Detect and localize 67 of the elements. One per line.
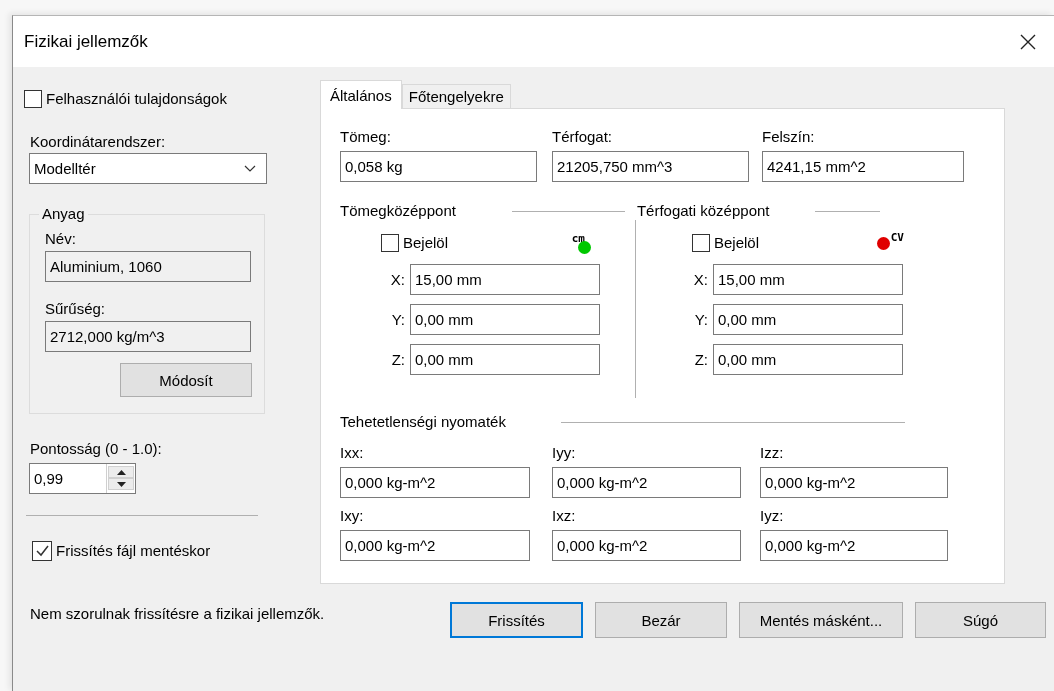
field-label: X:	[692, 270, 708, 289]
chevron-down-icon	[244, 165, 256, 172]
checkbox[interactable]	[32, 541, 52, 561]
field-label: Felszín:	[762, 128, 816, 146]
field-label: Tömeg:	[340, 128, 392, 146]
field-label: Ixx:	[340, 444, 365, 462]
field-label: Y:	[693, 310, 708, 329]
field-label: Sűrűség:	[45, 300, 107, 318]
input-field[interactable]: 2712,000 kg/m^3	[45, 321, 251, 352]
input-field[interactable]: Aluminium, 1060	[45, 251, 251, 282]
group-title: Anyag	[41, 204, 86, 224]
input-field[interactable]: 0,000 kg-m^2	[552, 530, 741, 561]
input-field[interactable]: 0,000 kg-m^2	[760, 467, 948, 498]
field-label: X:	[389, 270, 405, 289]
dialog-button[interactable]: Mentés másként...	[739, 602, 903, 638]
field-label: Iyz:	[760, 507, 785, 525]
input-field[interactable]: 0,058 kg	[340, 151, 537, 182]
field-label: Y:	[390, 310, 405, 329]
field-label: Koordinátarendszer:	[30, 133, 166, 151]
input-field[interactable]: 15,00 mm	[410, 264, 600, 295]
modify-button[interactable]: Módosít	[120, 363, 252, 397]
tab[interactable]: Általános	[320, 80, 402, 109]
input-field[interactable]: 0,00 mm	[713, 304, 903, 335]
field-label: Iyy:	[552, 444, 577, 462]
input-field[interactable]: 0,000 kg-m^2	[760, 530, 948, 561]
marker-label: cm	[571, 232, 585, 244]
status-message: Nem szorulnak frissítésre a fizikai jellemzők.	[30, 605, 326, 623]
field-label: Ixz:	[552, 507, 577, 525]
tab[interactable]: Főtengelyekre	[401, 84, 511, 108]
input-field[interactable]: 0,000 kg-m^2	[340, 467, 530, 498]
checkbox-label: Bejelöl	[403, 234, 449, 252]
decrement-button[interactable]	[108, 478, 134, 490]
dialog-button[interactable]: Bezár	[595, 602, 727, 638]
dialog-button[interactable]: Súgó	[915, 602, 1046, 638]
field-label: Izz:	[760, 444, 785, 462]
checkbox[interactable]	[692, 234, 710, 252]
checkbox[interactable]	[24, 90, 42, 108]
checkbox-label: Frissítés fájl mentéskor	[56, 542, 211, 560]
checkbox[interactable]	[381, 234, 399, 252]
input-field[interactable]: 4241,15 mm^2	[762, 151, 964, 182]
increment-button[interactable]	[108, 466, 134, 478]
section-title: Tehetetlenségi nyomaték	[340, 413, 506, 431]
field-label: Z:	[693, 350, 708, 369]
field-label: Név:	[45, 230, 77, 248]
field-label: Ixy:	[340, 507, 365, 525]
input-field[interactable]: 0,000 kg-m^2	[552, 467, 741, 498]
field-label: Z:	[390, 350, 405, 369]
checkbox-label: Bejelöl	[714, 234, 760, 252]
input-field[interactable]: 15,00 mm	[713, 264, 903, 295]
input-field[interactable]: 21205,750 mm^3	[552, 151, 749, 182]
section-title: Térfogati középpont	[636, 202, 770, 220]
field-label: Térfogat:	[552, 128, 614, 146]
input-field[interactable]: 0,00 mm	[410, 344, 600, 375]
window-title: Fizikai jellemzők	[24, 31, 148, 52]
checkbox-label: Felhasználói tulajdonságok	[46, 90, 227, 108]
input-field[interactable]: 0,00 mm	[410, 304, 600, 335]
caret-down-icon	[116, 481, 126, 487]
marker-label: CV	[890, 231, 904, 243]
input-field[interactable]: 0,00 mm	[713, 344, 903, 375]
section-title: Tömegközéppont	[340, 202, 456, 220]
field-label: Pontosság (0 - 1.0):	[30, 440, 162, 458]
spinner-field[interactable]: 0,99	[29, 463, 136, 494]
caret-up-icon	[116, 469, 126, 475]
dialog-button[interactable]: Frissítés	[450, 602, 583, 638]
input-field[interactable]: 0,000 kg-m^2	[340, 530, 530, 561]
close-icon[interactable]	[1020, 33, 1036, 50]
dropdown[interactable]: Modelltér	[29, 153, 267, 184]
